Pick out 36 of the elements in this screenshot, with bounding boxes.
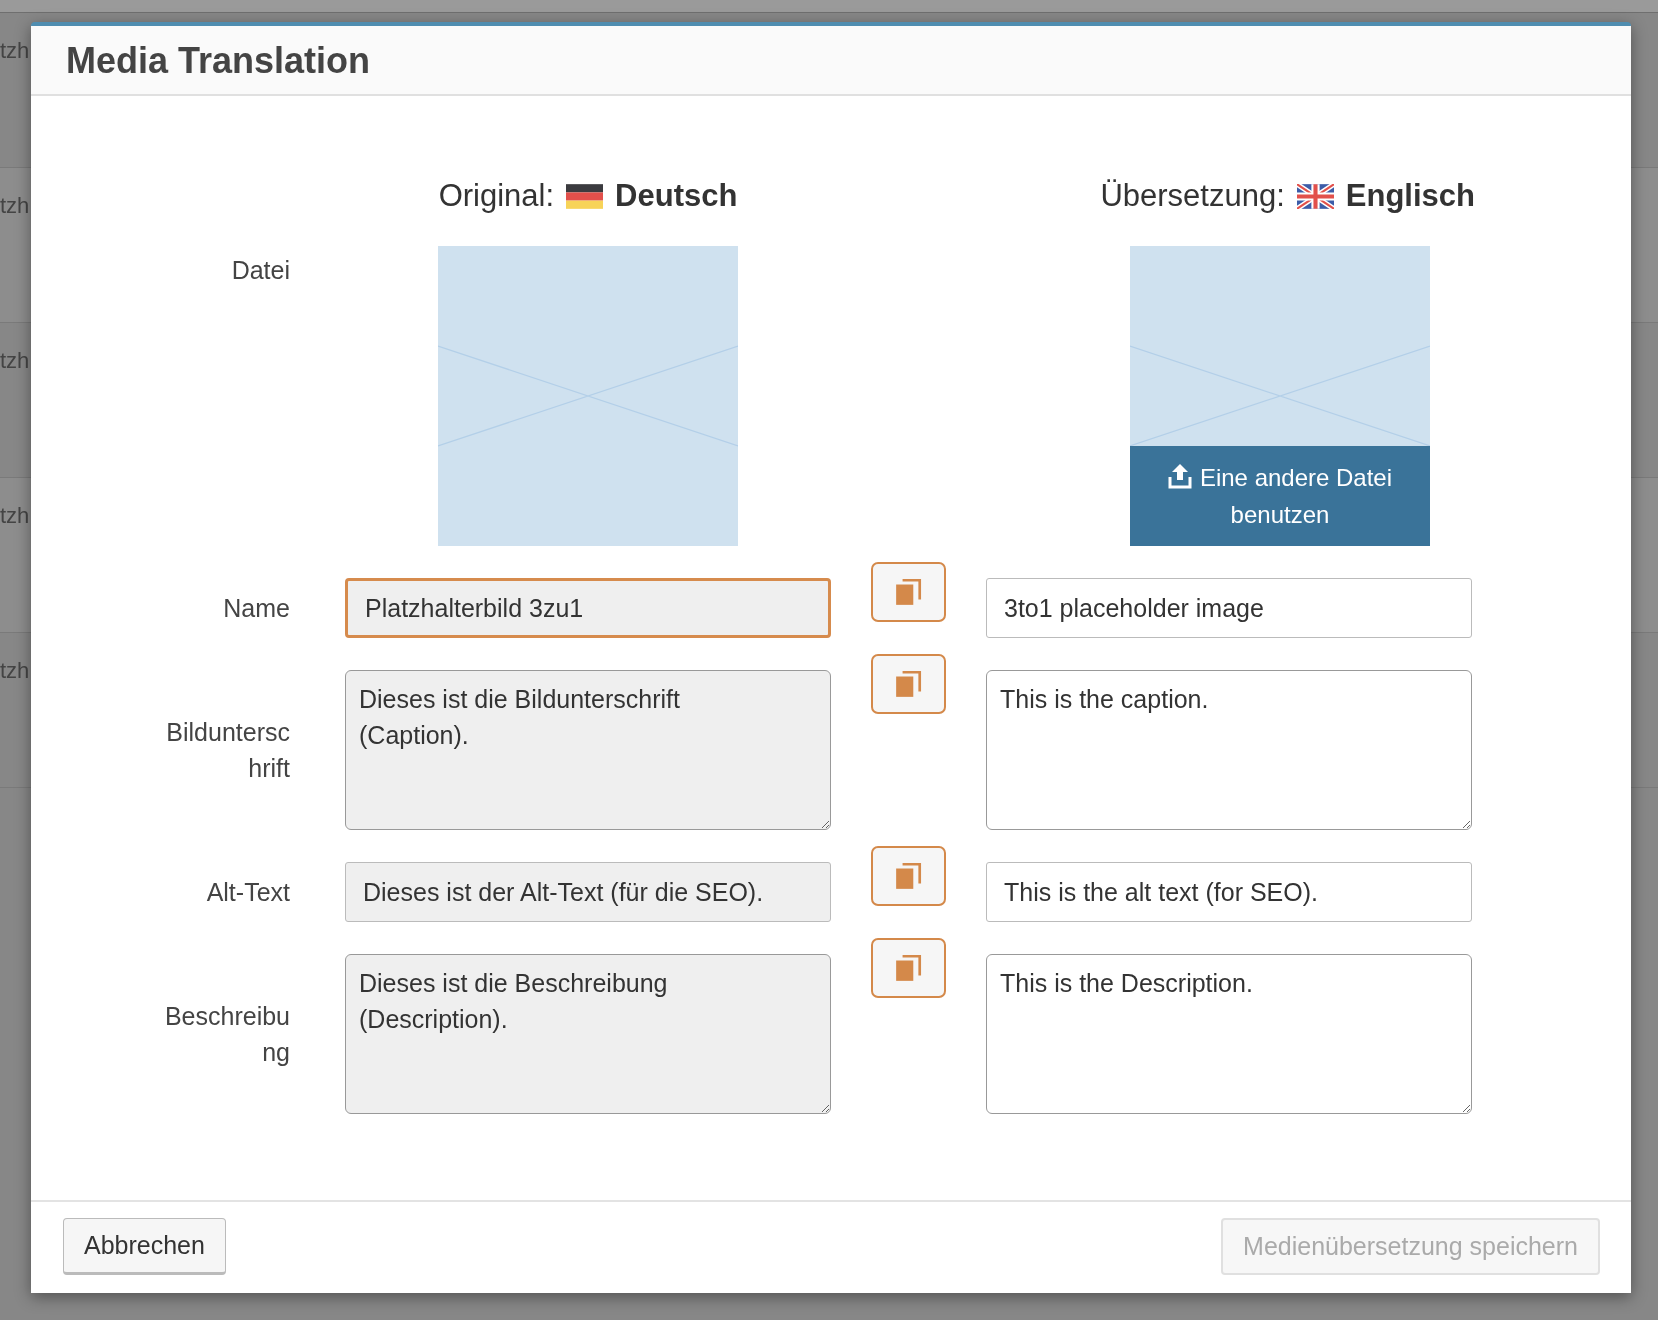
background-row-text: tzh bbox=[0, 193, 30, 219]
copy-icon bbox=[893, 577, 924, 607]
copy-button[interactable] bbox=[871, 846, 946, 906]
column-heading-label: Übersetzung: bbox=[1100, 178, 1285, 214]
dialog-title: Media Translation bbox=[66, 40, 372, 82]
text-area[interactable]: Dieses ist die Bildunterschrift (Caption). bbox=[345, 670, 831, 830]
copy-button[interactable] bbox=[871, 562, 946, 622]
text-area[interactable]: This is the Description. bbox=[986, 954, 1472, 1114]
field-label: Beschreibung bbox=[163, 1001, 291, 1068]
background-row-text: tzh bbox=[0, 503, 30, 529]
british-flag-icon bbox=[1296, 183, 1334, 209]
input-field[interactable]: Platzhalterbild 3zu1 bbox=[345, 578, 831, 638]
input-field[interactable]: Dieses ist der Alt-Text (für die SEO). bbox=[345, 862, 831, 922]
input-field[interactable]: This is the alt text (for SEO). bbox=[986, 862, 1472, 922]
column-heading-label: Original: bbox=[438, 178, 555, 214]
copy-button[interactable] bbox=[871, 938, 946, 998]
text-area[interactable]: This is the caption. bbox=[986, 670, 1472, 830]
german-flag-icon bbox=[566, 183, 604, 209]
field-label: Name bbox=[222, 593, 291, 624]
field-label: Datei bbox=[230, 255, 291, 286]
language-name: Deutsch bbox=[615, 178, 738, 214]
background-row-text: tzh bbox=[0, 348, 30, 374]
text-area[interactable]: Dieses ist die Beschreibung (Description). bbox=[345, 954, 831, 1114]
language-name: Englisch bbox=[1345, 178, 1475, 214]
background-row-text: tzh bbox=[0, 658, 30, 684]
field-label: Alt-Text bbox=[205, 877, 291, 908]
background-row-text: tzh bbox=[0, 38, 30, 64]
copy-icon bbox=[893, 861, 924, 891]
input-field[interactable]: 3to1 placeholder image bbox=[986, 578, 1472, 638]
field-label: Bildunterschrift bbox=[165, 717, 291, 784]
upload-button[interactable]: Eine andere Datei benutzen bbox=[1130, 446, 1430, 546]
copy-icon bbox=[893, 669, 924, 699]
copy-button[interactable] bbox=[871, 654, 946, 714]
copy-icon bbox=[893, 953, 924, 983]
upload-icon bbox=[1167, 462, 1192, 490]
cancel-button[interactable]: Abbrechen bbox=[63, 1218, 226, 1275]
